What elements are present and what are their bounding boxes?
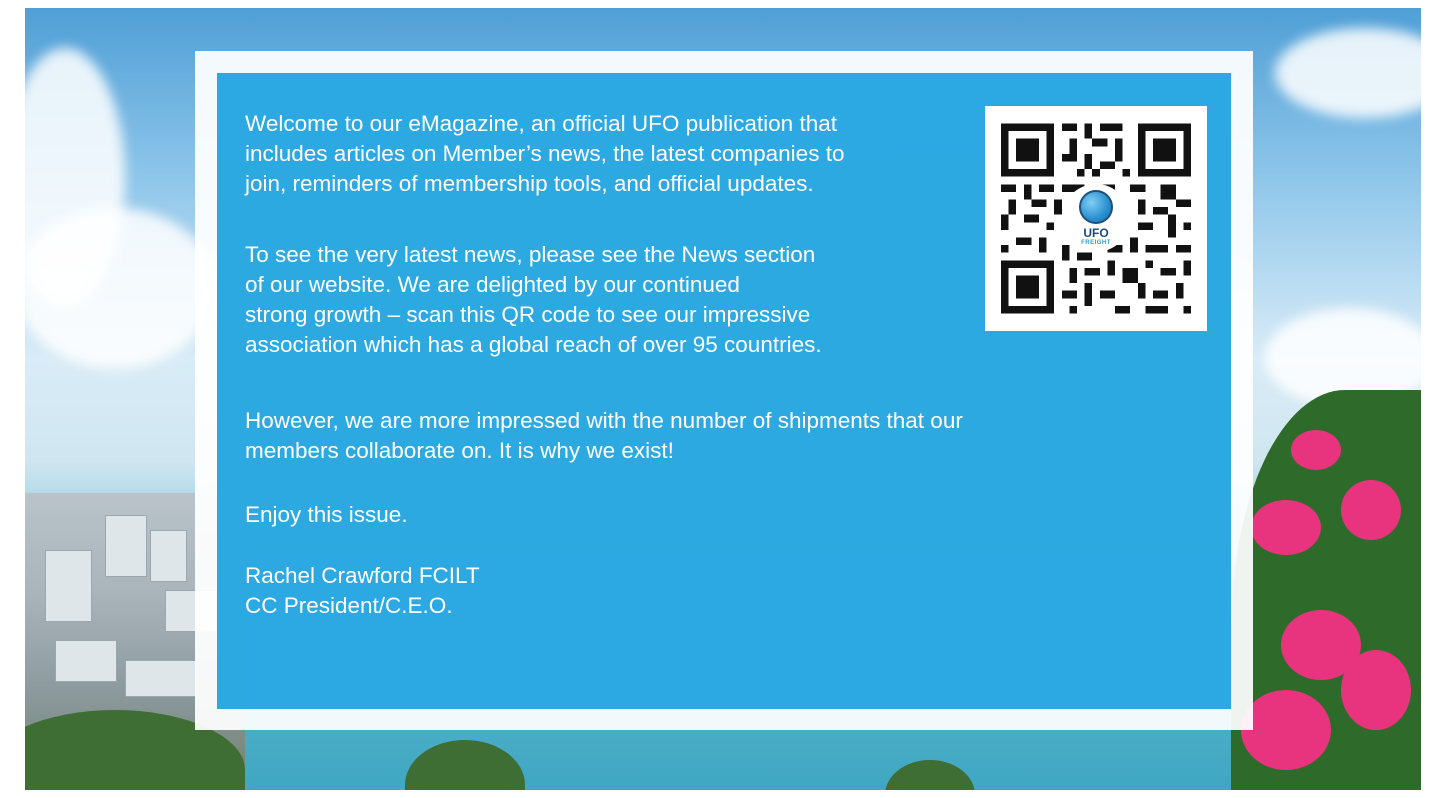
logo-subtext: FREIGHT [1081, 240, 1111, 246]
tree [885, 760, 975, 790]
bougainvillea-flowers [1231, 390, 1421, 790]
cloud [25, 208, 215, 368]
shipments-paragraph: However, we are more impressed with the … [245, 408, 963, 463]
qr-code[interactable]: UFO FREIGHT [985, 106, 1207, 331]
ufo-freight-logo: UFO FREIGHT [1062, 184, 1130, 252]
logo-text: UFO [1083, 226, 1109, 240]
globe-icon [1079, 190, 1113, 224]
news-paragraph: To see the very latest news, please see … [245, 242, 822, 357]
tree [405, 740, 525, 790]
cloud [1275, 28, 1421, 118]
signature-title: CC President/C.E.O. [245, 593, 453, 618]
intro-paragraph: Welcome to our eMagazine, an official UF… [245, 111, 845, 196]
signature-name: Rachel Crawford FCILT [245, 563, 480, 588]
closing-line: Enjoy this issue. [245, 502, 408, 527]
